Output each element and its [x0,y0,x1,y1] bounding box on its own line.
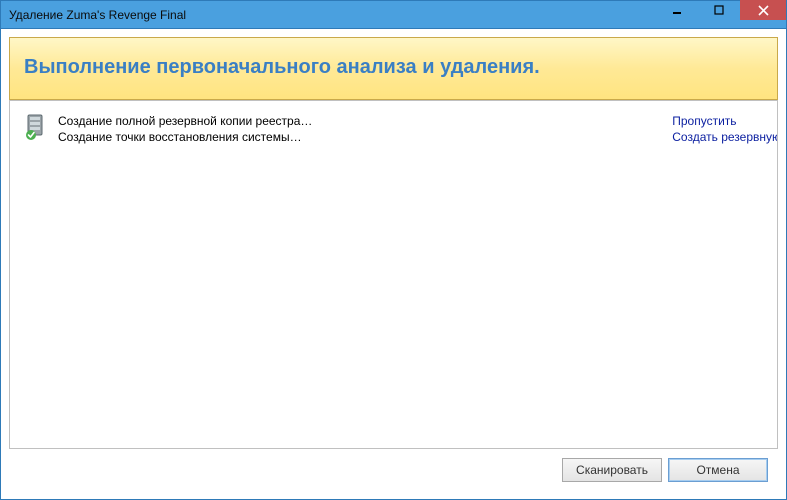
cancel-button[interactable]: Отмена [668,458,768,482]
backup-icon [22,113,54,145]
status-row: Создание полной резервной копии реестра…… [22,113,777,145]
maximize-button[interactable] [698,0,740,20]
page-title: Выполнение первоначального анализа и уда… [24,56,763,79]
minimize-button[interactable] [656,0,698,20]
window-controls [656,1,786,28]
client-area: Выполнение первоначального анализа и уда… [1,29,786,499]
create-backup-link[interactable]: Создать резервную [672,129,778,145]
status-line-2: Создание точки восстановления системы… [58,129,652,145]
titlebar: Удаление Zuma's Revenge Final [1,1,786,29]
footer: Сканировать Отмена [9,449,778,491]
header-panel: Выполнение первоначального анализа и уда… [9,37,778,100]
status-line-1: Создание полной резервной копии реестра… [58,113,652,129]
scan-button[interactable]: Сканировать [562,458,662,482]
window: Удаление Zuma's Revenge Final Выполнение… [0,0,787,500]
status-text: Создание полной резервной копии реестра…… [54,113,652,145]
close-button[interactable] [740,0,786,20]
skip-link[interactable]: Пропустить [672,113,778,129]
links-column: Пропустить Создать резервную [652,113,778,145]
window-title: Удаление Zuma's Revenge Final [1,8,186,22]
content-panel: Создание полной резервной копии реестра…… [9,100,778,449]
